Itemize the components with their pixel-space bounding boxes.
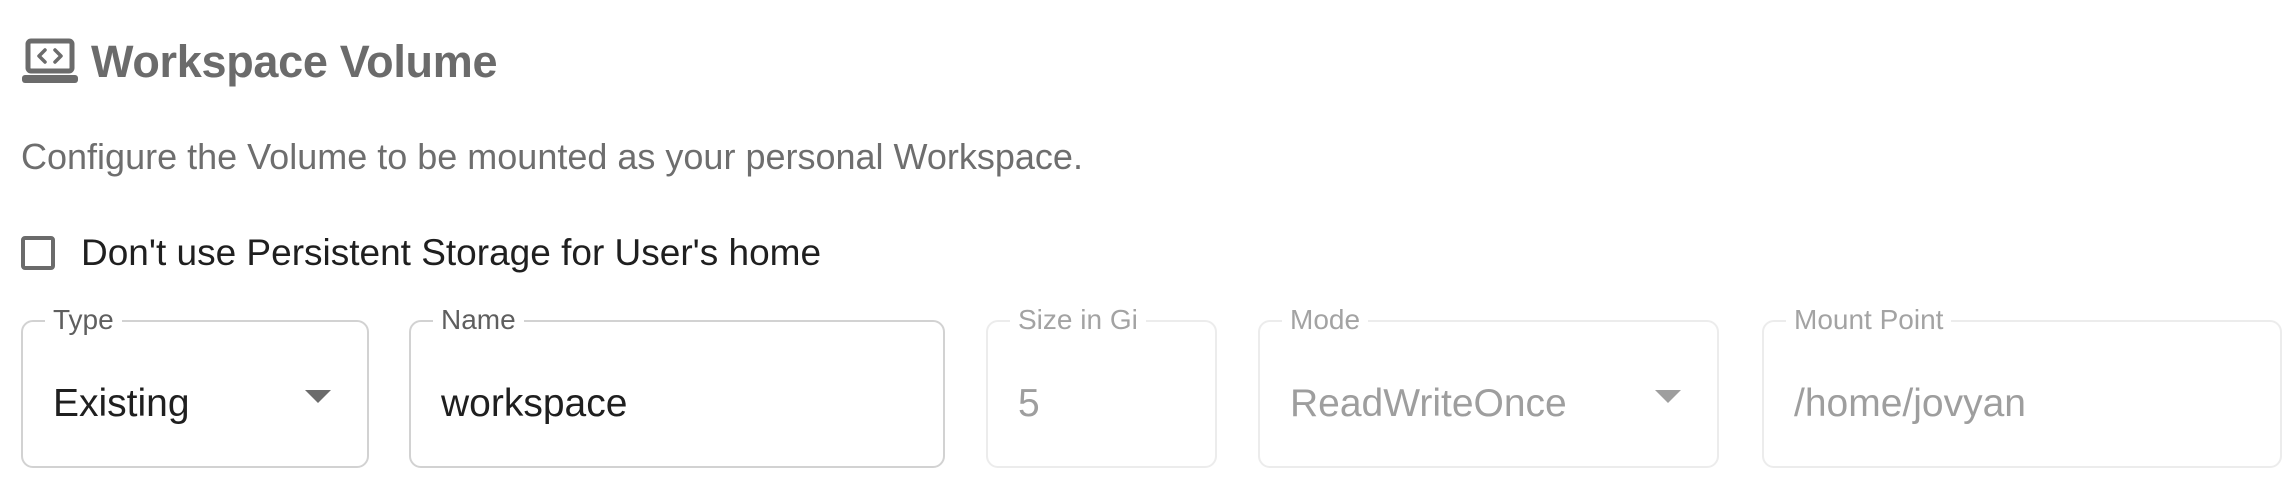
size-label: Size in Gi	[1010, 302, 1146, 338]
checkbox-label: Don't use Persistent Storage for User's …	[81, 232, 822, 273]
checkbox-box[interactable]	[21, 236, 55, 270]
size-value: 5	[1018, 382, 1040, 425]
mount-point-field: Mount Point /home/jovyan	[1762, 302, 2282, 468]
no-persistent-storage-checkbox[interactable]: Don't use Persistent Storage for User's …	[21, 232, 821, 274]
chevron-down-icon	[1655, 390, 1681, 403]
type-label: Type	[45, 302, 122, 338]
laptop-code-icon	[21, 37, 79, 87]
mode-select: Mode ReadWriteOnce	[1258, 302, 1719, 468]
type-value: Existing	[53, 382, 190, 425]
section-header: Workspace Volume	[21, 30, 497, 94]
type-select[interactable]: Type Existing	[21, 302, 369, 468]
section-title: Workspace Volume	[91, 36, 498, 87]
mode-label: Mode	[1282, 302, 1369, 338]
name-value[interactable]: workspace	[441, 380, 627, 428]
name-label: Name	[433, 302, 524, 338]
section-description: Configure the Volume to be mounted as yo…	[21, 136, 1083, 177]
mode-value: ReadWriteOnce	[1290, 382, 1567, 425]
mount-point-value: /home/jovyan	[1794, 382, 2026, 425]
chevron-down-icon[interactable]	[305, 390, 331, 403]
mount-point-label: Mount Point	[1786, 302, 1952, 338]
size-field: Size in Gi 5	[986, 302, 1217, 468]
name-field[interactable]: Name workspace	[409, 302, 945, 468]
